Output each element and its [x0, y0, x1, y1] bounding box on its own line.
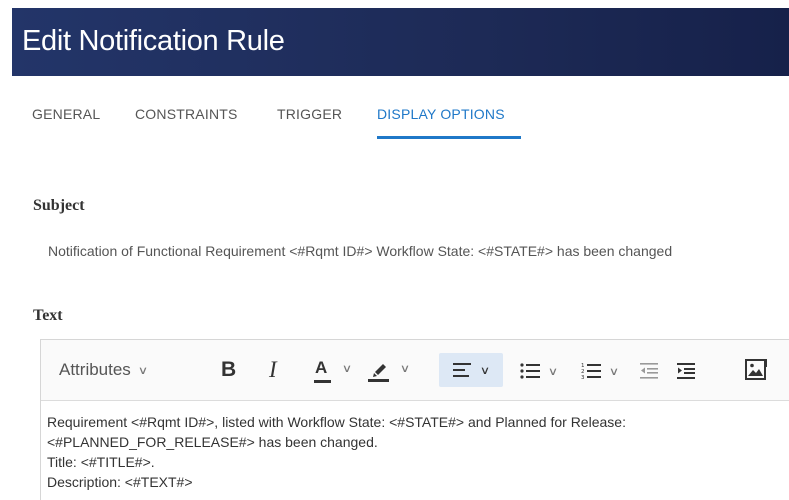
outdent-icon [640, 363, 658, 379]
tab-display-options[interactable]: DISPLAY OPTIONS [377, 106, 505, 122]
bulleted-list-button[interactable]: ∨ [515, 359, 563, 383]
rich-text-editor: Attributes ∨ B I A ∨ ∨ ∨ ∨ 1 2 3 ∨ Requi… [40, 339, 789, 500]
chevron-down-icon: ∨ [399, 363, 411, 375]
active-tab-indicator [377, 136, 521, 139]
attributes-dropdown[interactable]: Attributes ∨ [59, 360, 149, 380]
highlight-icon [368, 364, 389, 382]
page-title: Edit Notification Rule [22, 25, 285, 57]
content-line: Title: <#TITLE#>. [47, 454, 155, 470]
indent-button[interactable] [676, 359, 698, 383]
image-icon [745, 359, 767, 380]
editor-toolbar: Attributes ∨ B I A ∨ ∨ ∨ ∨ 1 2 3 ∨ [41, 340, 789, 401]
outdent-button[interactable] [639, 359, 661, 383]
indent-icon [677, 363, 695, 379]
subject-field[interactable]: Notification of Functional Requirement <… [44, 238, 789, 264]
highlight-button[interactable]: ∨ [366, 357, 416, 383]
font-color-button[interactable]: A ∨ [311, 358, 361, 384]
numbered-list-button[interactable]: 1 2 3 ∨ [576, 359, 624, 383]
attributes-label: Attributes [59, 360, 131, 379]
page-header: Edit Notification Rule [12, 8, 789, 76]
chevron-down-icon: ∨ [137, 364, 149, 377]
tab-general[interactable]: GENERAL [32, 106, 100, 122]
subject-label: Subject [33, 197, 85, 214]
editor-content[interactable]: Requirement <#Rqmt ID#>, listed with Wor… [47, 412, 787, 492]
bulleted-list-icon [520, 363, 541, 379]
chevron-down-icon: ∨ [548, 365, 559, 378]
svg-text:3: 3 [581, 375, 585, 380]
font-color-icon: A [315, 358, 328, 377]
numbered-list-icon: 1 2 3 [581, 363, 602, 380]
insert-image-button[interactable] [743, 357, 769, 383]
font-color-bar [314, 380, 331, 383]
chevron-down-icon: ∨ [479, 364, 491, 377]
align-dropdown[interactable]: ∨ [439, 353, 503, 387]
align-left-icon [452, 363, 471, 377]
text-label: Text [33, 307, 63, 324]
content-line: Requirement <#Rqmt ID#>, listed with Wor… [47, 414, 626, 430]
tab-trigger[interactable]: TRIGGER [277, 106, 342, 122]
italic-button[interactable]: I [269, 357, 277, 383]
chevron-down-icon: ∨ [341, 363, 353, 375]
content-line: Description: <#TEXT#> [47, 474, 193, 490]
tab-constraints[interactable]: CONSTRAINTS [135, 106, 238, 122]
content-line: <#PLANNED_FOR_RELEASE#> has been changed… [47, 434, 378, 450]
bold-button[interactable]: B [221, 358, 236, 382]
chevron-down-icon: ∨ [609, 365, 620, 378]
